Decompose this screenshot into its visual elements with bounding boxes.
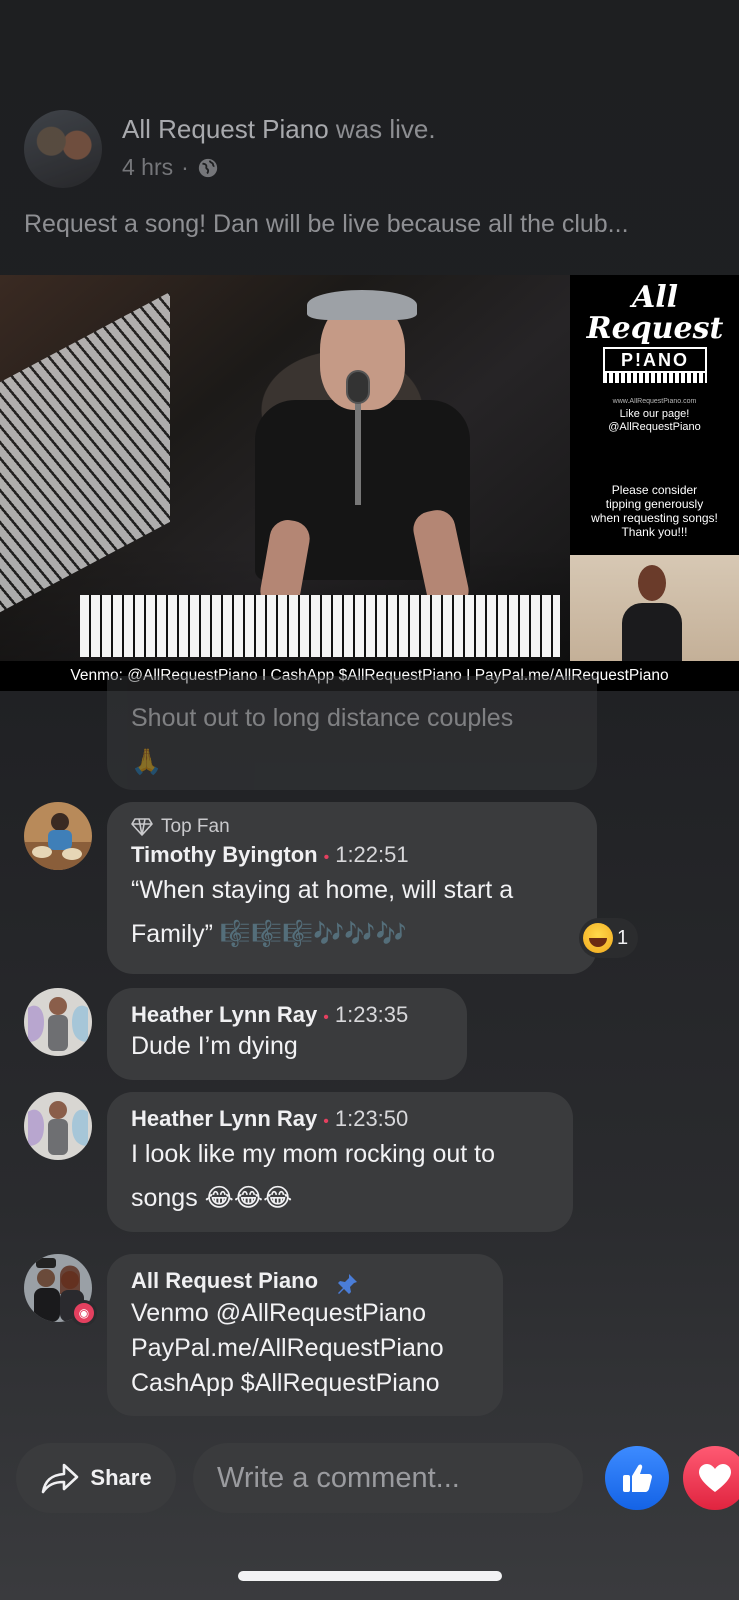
tip-message: Please consider tipping generously when … (591, 483, 718, 539)
avatar[interactable] (24, 802, 92, 870)
comment-text: CashApp $AllRequestPiano (131, 1368, 440, 1397)
guest-camera (570, 555, 739, 661)
like-page-text: www.AllRequestPiano.com Like our page! @… (608, 398, 701, 433)
comment-bubble[interactable]: Top Fan Timothy Byington • 1:22:51 “When s… (107, 802, 597, 974)
page-avatar[interactable] (24, 110, 102, 188)
comment-emoji: 🙏 (131, 748, 163, 776)
top-fan-badge: Top Fan (131, 816, 573, 838)
heart-icon (699, 1464, 731, 1492)
comment-text: “When staying at home, will start a (131, 876, 514, 904)
haha-reaction-icon (583, 923, 613, 953)
live-video[interactable]: All Request P!ANO www.AllRequestPiano.co… (0, 275, 739, 691)
meta-separator: · (181, 154, 189, 180)
post-header: All Request Piano was live. 4 hrs · (24, 110, 715, 190)
microphone-icon (346, 370, 370, 404)
commenter-name[interactable]: Heather Lynn Ray (131, 1002, 317, 1027)
comment-timestamp[interactable]: 1:22:51 (335, 842, 408, 867)
home-indicator[interactable] (238, 1571, 502, 1581)
live-dot: • (323, 1113, 329, 1130)
reaction-count[interactable]: 1 (579, 918, 639, 958)
commenter-name[interactable]: Heather Lynn Ray (131, 1106, 317, 1131)
avatar[interactable] (24, 988, 92, 1056)
live-dot: • (323, 1009, 329, 1026)
post-description[interactable]: Request a song! Dan will be live because… (24, 210, 715, 239)
comment-bubble[interactable]: Shout out to long distance couples 🙏 (107, 676, 597, 790)
live-dot: • (323, 849, 330, 866)
pin-icon (337, 1273, 357, 1294)
comment-text: I look like my mom rocking out to (131, 1140, 496, 1168)
comment-bubble[interactable]: Heather Lynn Ray • 1:23:50 I look like my … (107, 1092, 573, 1232)
avatar[interactable] (24, 1092, 92, 1160)
post-time[interactable]: 4 hrs (122, 154, 173, 181)
comment-text: Dude I’m dying (131, 1032, 298, 1060)
love-reaction-button[interactable] (683, 1446, 739, 1510)
comment-text: Shout out to long distance couples (131, 704, 514, 732)
comment-text: PayPal.me/AllRequestPiano (131, 1333, 444, 1362)
comment-bubble[interactable]: Heather Lynn Ray • 1:23:35 Dude I’m dying (107, 988, 467, 1080)
comment-timestamp[interactable]: 1:23:35 (335, 1002, 408, 1027)
comment-text: Family” 🎼🎼🎼🎶🎶🎶 (131, 920, 407, 948)
comment-text: songs 😂😂😂 (131, 1184, 293, 1212)
live-broadcast-icon: ◉ (71, 1300, 97, 1326)
page-name-link[interactable]: All Request Piano (122, 114, 329, 144)
thumbs-up-icon (623, 1464, 652, 1492)
share-icon (42, 1463, 79, 1494)
live-status: was live. (328, 114, 436, 144)
post-title: All Request Piano was live. (122, 114, 436, 145)
commenter-name[interactable]: All Request Piano (131, 1268, 318, 1293)
comment-text: Venmo @AllRequestPiano (131, 1298, 426, 1327)
comment-bubble[interactable]: All Request Piano Venmo @AllRequestPiano… (107, 1254, 503, 1416)
video-sidebar: All Request P!ANO www.AllRequestPiano.co… (570, 275, 739, 661)
share-label: Share (90, 1465, 152, 1490)
like-reaction-button[interactable] (605, 1446, 669, 1510)
video-main-feed (0, 275, 570, 661)
all-request-piano-logo: All Request P!ANO (580, 283, 730, 401)
comment-timestamp[interactable]: 1:23:50 (335, 1106, 408, 1131)
commenter-name[interactable]: Timothy Byington (131, 842, 318, 867)
piano-keys (80, 595, 560, 657)
share-button[interactable]: Share (16, 1443, 176, 1513)
post-meta: 4 hrs · (122, 154, 219, 181)
comment-input[interactable] (193, 1443, 583, 1513)
globe-icon (198, 158, 217, 177)
diamond-icon (131, 818, 153, 836)
keyboard-stack (0, 291, 170, 629)
